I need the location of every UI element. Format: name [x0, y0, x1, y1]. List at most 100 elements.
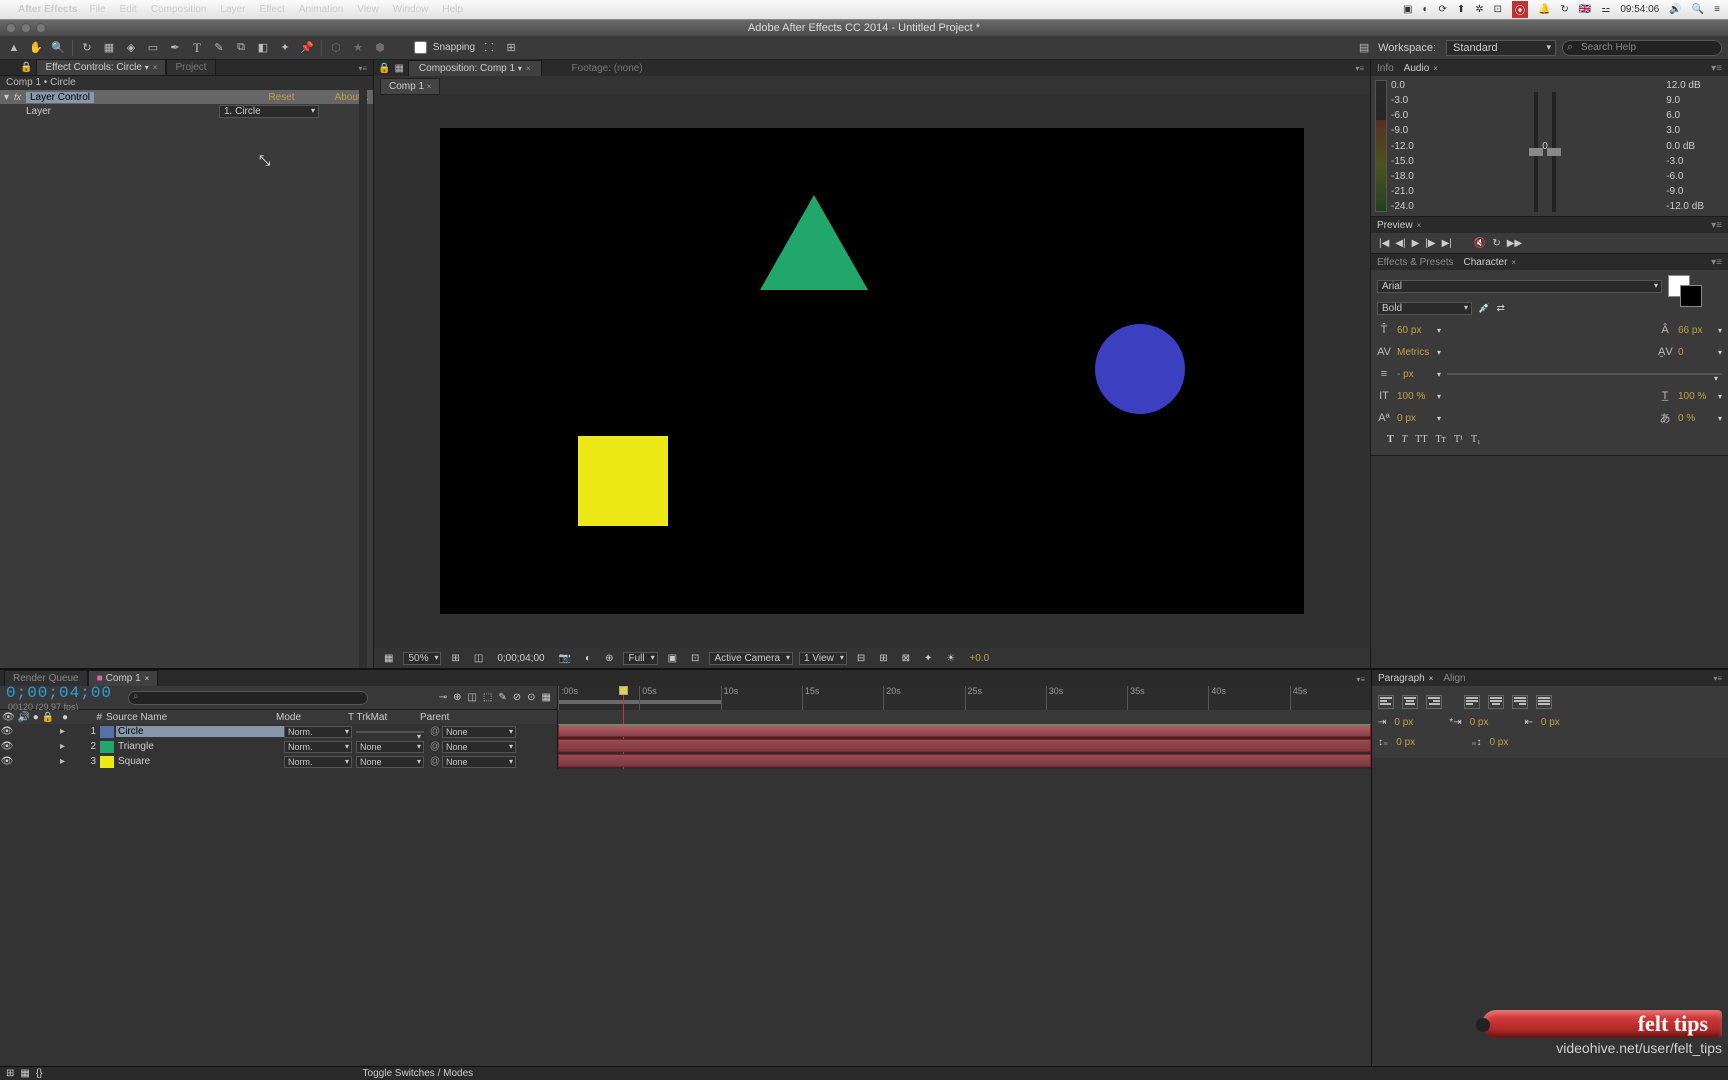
superscript-button[interactable]: T¹ — [1454, 434, 1463, 445]
parent-dropdown[interactable]: None — [442, 741, 516, 753]
twirl-icon[interactable]: ▾ — [4, 92, 14, 103]
clone-tool-icon[interactable]: ⧉ — [233, 40, 249, 56]
tracking-value[interactable]: 0 — [1678, 347, 1712, 358]
menu-layer[interactable]: Layer — [220, 4, 245, 15]
audio-level-slider[interactable] — [1552, 92, 1556, 212]
layer-name[interactable]: Square — [116, 756, 284, 767]
clock[interactable]: 09:54:06 — [1620, 4, 1659, 15]
effects-presets-tab[interactable]: Effects & Presets — [1377, 257, 1454, 268]
last-frame-icon[interactable]: ▶| — [1442, 238, 1452, 249]
subscript-button[interactable]: T₁ — [1471, 434, 1481, 445]
tool-option-icon[interactable]: ⬡ — [328, 40, 344, 56]
app-name[interactable]: After Effects — [18, 4, 77, 15]
circle-shape[interactable] — [1095, 324, 1185, 414]
space-before-value[interactable]: 0 px — [1396, 737, 1415, 748]
indent-first-value[interactable]: 0 px — [1470, 717, 1489, 728]
menu-icon[interactable]: ≡ — [1714, 4, 1720, 15]
justify-center-button[interactable] — [1488, 695, 1504, 709]
timeline-icon[interactable]: ▦ — [542, 692, 551, 703]
timecode-display[interactable]: 0;00;04;00 — [493, 653, 548, 664]
panel-menu-icon[interactable]: ▾≡ — [1713, 674, 1722, 683]
menu-composition[interactable]: Composition — [151, 4, 207, 15]
smallcaps-button[interactable]: Tᴛ — [1435, 434, 1445, 445]
justify-right-button[interactable] — [1512, 695, 1528, 709]
panel-menu-icon[interactable]: ▾≡ — [358, 64, 367, 73]
toolbar-extra-icon[interactable]: ▤ — [1356, 40, 1372, 56]
indent-left-value[interactable]: 0 px — [1394, 717, 1413, 728]
eraser-tool-icon[interactable]: ◧ — [255, 40, 271, 56]
parent-dropdown[interactable]: None — [442, 726, 516, 738]
menubar-extra-icon[interactable]: ◐ — [1422, 4, 1428, 15]
time-ruler[interactable]: :00s05s10s15s20s25s30s35s40s45s50s — [558, 686, 1371, 710]
audio-tab[interactable]: Audio — [1404, 63, 1430, 74]
snapshot-icon[interactable]: 📷 — [555, 653, 575, 664]
blend-mode-dropdown[interactable]: Norm. — [284, 726, 352, 738]
composition-viewer[interactable] — [384, 100, 1360, 642]
camera-tool-icon[interactable]: ▦ — [101, 40, 117, 56]
timeline-icon[interactable]: ⊘ — [513, 692, 521, 703]
track-matte-dropdown[interactable]: None — [356, 741, 424, 753]
visibility-icon[interactable]: 👁 — [0, 756, 14, 767]
indent-right-value[interactable]: 0 px — [1541, 717, 1560, 728]
track-matte-dropdown[interactable] — [356, 731, 424, 733]
viewer-icon[interactable]: ⊕ — [601, 653, 617, 664]
align-right-button[interactable] — [1426, 695, 1442, 709]
panel-menu-icon[interactable]: ▾≡ — [1711, 220, 1722, 231]
eyedropper-icon[interactable]: 💉 — [1478, 303, 1490, 314]
space-after-value[interactable]: 0 px — [1489, 737, 1508, 748]
audio-level-slider[interactable] — [1534, 92, 1538, 212]
viewer-icon[interactable]: ▦ — [380, 653, 397, 664]
timeline-icon[interactable]: ✎ — [498, 692, 506, 703]
track-matte-dropdown[interactable]: None — [356, 756, 424, 768]
tool-option-icon[interactable]: ⬢ — [372, 40, 388, 56]
viewer-icon[interactable]: ⊞ — [447, 653, 463, 664]
viewer-icon[interactable]: ⊞ — [875, 653, 891, 664]
menubar-extra-icon[interactable]: 🔔 — [1538, 4, 1550, 15]
menubar-flag-icon[interactable]: 🇬🇧 — [1579, 4, 1591, 15]
panel-menu-icon[interactable]: ▾≡ — [1356, 675, 1365, 684]
info-tab[interactable]: Info — [1377, 63, 1394, 74]
menu-help[interactable]: Help — [442, 4, 463, 15]
vscale-value[interactable]: 100 % — [1397, 391, 1431, 402]
wifi-icon[interactable]: ⚍ — [1601, 4, 1610, 15]
panel-menu-icon[interactable]: ▾≡ — [1711, 63, 1722, 74]
brush-tool-icon[interactable]: ✎ — [211, 40, 227, 56]
layer-row[interactable]: 👁▸3SquareNorm.None@None — [0, 754, 557, 769]
camera-dropdown[interactable]: Active Camera — [709, 652, 793, 665]
views-dropdown[interactable]: 1 View — [799, 652, 847, 665]
menubar-extra-icon[interactable]: ⦿ — [1512, 1, 1528, 18]
parent-pickwhip-icon[interactable]: @ — [428, 741, 442, 752]
layer-bar[interactable] — [558, 724, 1371, 737]
comp-mini-icon[interactable]: ▦ — [394, 63, 403, 74]
menu-edit[interactable]: Edit — [120, 4, 137, 15]
twirl-icon[interactable]: ▸ — [60, 741, 70, 752]
rotate-tool-icon[interactable]: ↻ — [79, 40, 95, 56]
menubar-extra-icon[interactable]: ⊡ — [1494, 4, 1502, 15]
selection-tool-icon[interactable]: ▲ — [6, 40, 22, 56]
baseline-value[interactable]: 0 px — [1397, 413, 1431, 424]
menu-effect[interactable]: Effect — [259, 4, 284, 15]
triangle-shape[interactable] — [760, 195, 868, 290]
layer-control-dropdown[interactable]: 1. Circle — [219, 105, 319, 118]
menubar-extra-icon[interactable]: ✲ — [1475, 4, 1483, 15]
comp-subtab[interactable]: Comp 1 × — [380, 78, 440, 95]
character-tab[interactable]: Character — [1464, 257, 1508, 268]
zoom-tool-icon[interactable]: 🔍 — [50, 40, 66, 56]
tool-option-icon[interactable]: ★ — [350, 40, 366, 56]
pan-behind-tool-icon[interactable]: ◈ — [123, 40, 139, 56]
timeline-icon[interactable]: ⊕ — [453, 692, 461, 703]
exposure-icon[interactable]: ☀ — [942, 653, 959, 664]
hscale-value[interactable]: 100 % — [1678, 391, 1712, 402]
mute-icon[interactable]: 🔇 — [1474, 238, 1486, 249]
timeline-icon[interactable]: ◫ — [467, 692, 476, 703]
paragraph-tab[interactable]: Paragraph — [1378, 673, 1425, 684]
fx-icon[interactable]: fx — [14, 92, 26, 102]
snapping-option-icon[interactable]: ⊞ — [503, 40, 519, 56]
menubar-extra-icon[interactable]: ▣ — [1403, 4, 1412, 15]
puppet-tool-icon[interactable]: 📌 — [299, 40, 315, 56]
parent-dropdown[interactable]: None — [442, 756, 516, 768]
type-tool-icon[interactable]: T — [189, 40, 205, 56]
blend-mode-dropdown[interactable]: Norm. — [284, 741, 352, 753]
align-tab[interactable]: Align — [1443, 673, 1465, 684]
label-color-swatch[interactable] — [100, 741, 114, 753]
